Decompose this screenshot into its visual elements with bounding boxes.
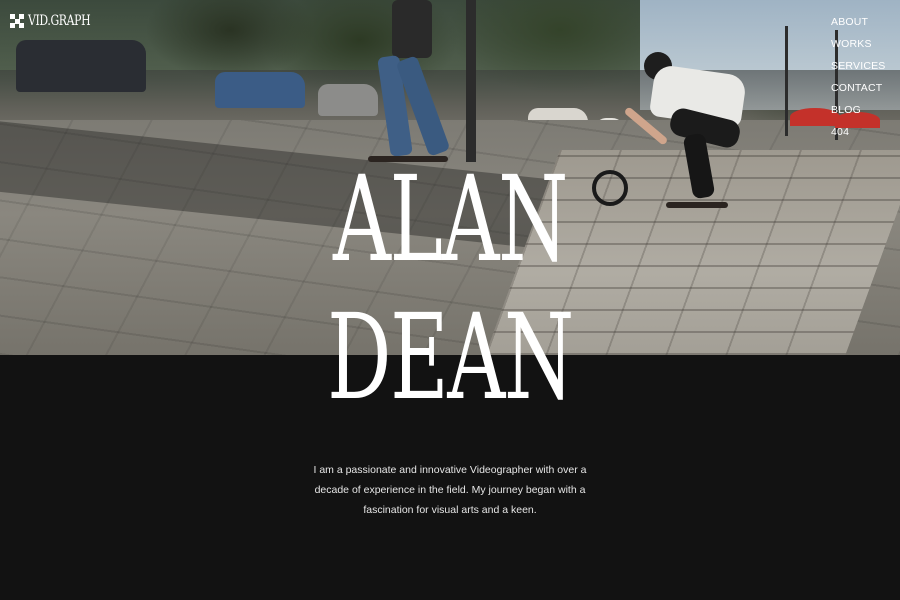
nav-item-works: WORKS — [831, 36, 886, 58]
lamp-pole — [466, 0, 476, 162]
nav-item-404: 404 — [831, 124, 886, 146]
nav-link-contact[interactable]: CONTACT — [831, 82, 882, 94]
logo-text: VID.GRAPH — [28, 13, 91, 29]
nav-link-works[interactable]: WORKS — [831, 38, 872, 50]
site-logo[interactable]: VID.GRAPH — [10, 13, 108, 29]
parked-car — [215, 72, 305, 108]
nav-item-about: ABOUT — [831, 14, 886, 36]
parked-car — [318, 84, 378, 116]
intro-paragraph: I am a passionate and innovative Videogr… — [313, 464, 587, 516]
parked-car — [16, 40, 146, 92]
nav-item-contact: CONTACT — [831, 80, 886, 102]
nav-item-blog: BLOG — [831, 102, 886, 124]
hero-title-first-name: ALAN — [333, 150, 568, 288]
nav-link-about[interactable]: ABOUT — [831, 16, 868, 28]
nav-item-services: SERVICES — [831, 58, 886, 80]
nav-link-blog[interactable]: BLOG — [831, 104, 861, 116]
nav-link-404[interactable]: 404 — [831, 126, 849, 138]
lamp-pole — [785, 26, 788, 136]
skateboarder — [368, 0, 451, 170]
checker-logo-icon — [10, 14, 24, 28]
main-nav: ABOUT WORKS SERVICES CONTACT BLOG 404 — [831, 14, 886, 146]
nav-link-services[interactable]: SERVICES — [831, 60, 886, 72]
hero-title-last-name: DEAN — [327, 288, 574, 426]
